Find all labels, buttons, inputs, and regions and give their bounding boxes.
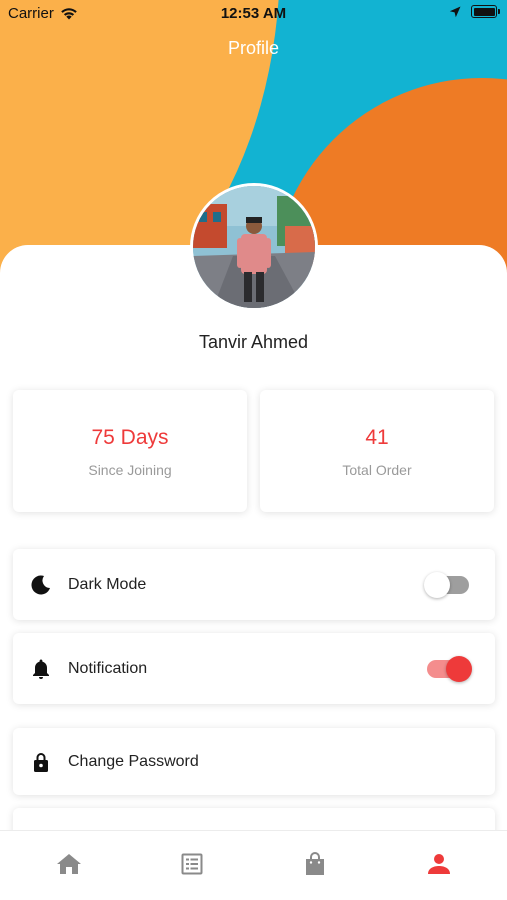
bottom-tab-bar (0, 830, 507, 900)
status-bar: Carrier 12:53 AM (0, 0, 507, 30)
list-icon (181, 853, 203, 875)
dark-mode-toggle[interactable] (424, 571, 469, 598)
profile-photo (193, 186, 315, 308)
battery-icon (471, 5, 500, 18)
setting-row-change-password[interactable]: Change Password (13, 728, 495, 795)
setting-label: Notification (68, 659, 148, 677)
setting-row-notification[interactable]: Notification (13, 633, 495, 704)
stat-card-since-joining: 75 Days Since Joining (13, 390, 247, 512)
setting-row-dark-mode[interactable]: Dark Mode (13, 549, 495, 620)
moon-icon (31, 575, 50, 595)
stat-label: Since Joining (88, 462, 172, 478)
bell-icon (33, 659, 49, 679)
home-icon (57, 854, 81, 874)
lock-icon (34, 752, 48, 772)
setting-label: Change Password (68, 752, 199, 770)
stat-label: Total Order (342, 462, 412, 478)
location-arrow-icon (449, 6, 461, 17)
notification-toggle[interactable] (427, 655, 472, 682)
setting-label: Dark Mode (68, 575, 147, 593)
stat-value: 75 Days (91, 426, 169, 449)
tab-orders[interactable] (177, 849, 207, 879)
clock: 12:53 AM (220, 5, 287, 22)
tab-profile[interactable] (424, 849, 454, 879)
shopping-bag-icon (306, 852, 324, 875)
tab-cart[interactable] (300, 849, 330, 879)
page-title: Profile (227, 38, 280, 58)
stat-card-total-order: 41 Total Order (260, 390, 494, 512)
stat-value: 41 (365, 426, 389, 449)
person-icon (428, 854, 450, 874)
avatar[interactable] (190, 183, 318, 311)
user-name: Tanvir Ahmed (198, 332, 309, 352)
toggle-knob (446, 655, 472, 682)
toggle-knob (424, 571, 450, 598)
tab-home[interactable] (54, 849, 84, 879)
